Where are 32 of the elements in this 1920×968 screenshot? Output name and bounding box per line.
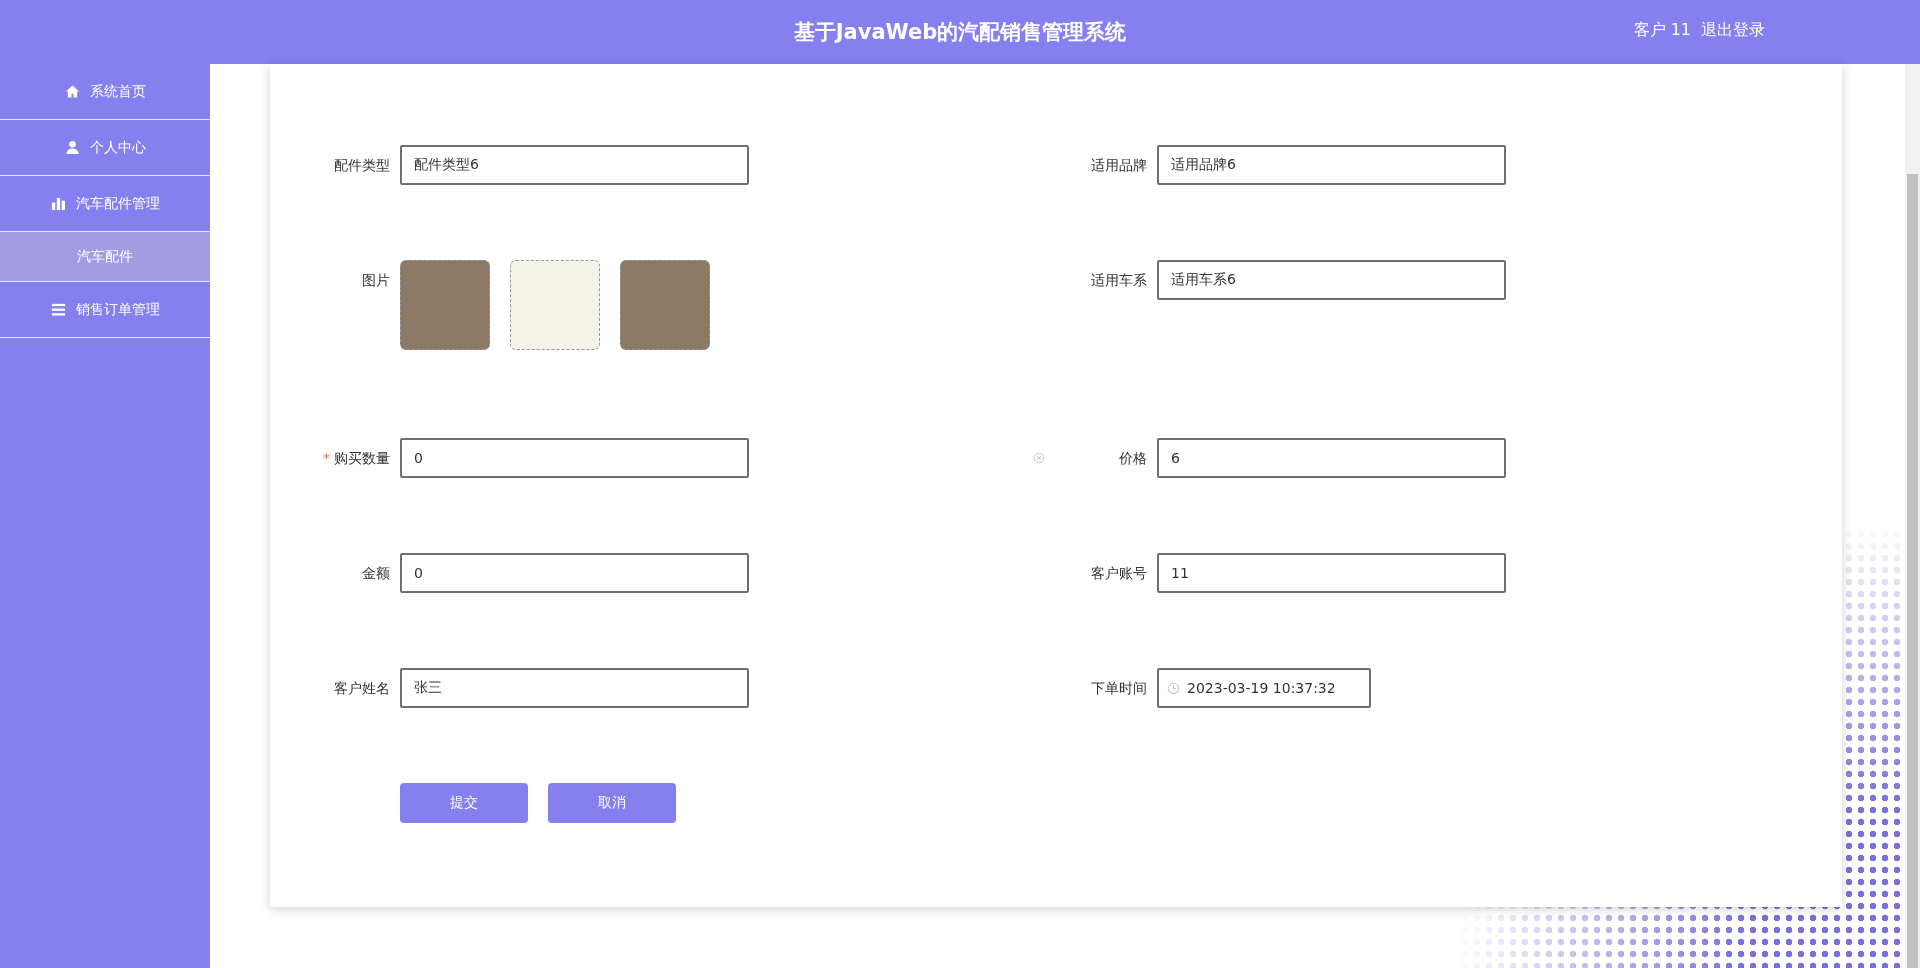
field-label: 客户账号 <box>1091 564 1147 583</box>
photo-placeholder[interactable] <box>400 260 490 350</box>
input-field[interactable]: 0 <box>400 438 749 478</box>
user-name: 客户 11 <box>1633 20 1691 41</box>
photo-placeholder[interactable] <box>510 260 600 350</box>
input-field[interactable]: 6 <box>1157 438 1506 478</box>
input-field[interactable]: 张三 <box>400 668 749 708</box>
field-label: 客户姓名 <box>334 679 390 698</box>
user-icon <box>64 140 80 155</box>
input-field[interactable]: 11 <box>1157 553 1506 593</box>
required-mark: * <box>323 449 330 468</box>
clear-icon[interactable] <box>1033 452 1045 464</box>
input-field[interactable]: 0 <box>400 553 749 593</box>
app-title: 基于JavaWeb的汽配销售管理系统 <box>793 19 1127 46</box>
input-field[interactable]: 适用品牌6 <box>1157 145 1506 185</box>
field-label: 金额 <box>362 564 390 583</box>
home-icon <box>64 84 80 99</box>
input-field[interactable]: 配件类型6 <box>400 145 749 185</box>
photo-placeholder[interactable] <box>620 260 710 350</box>
field-label: 图片 <box>362 271 390 290</box>
field-label: 配件类型 <box>334 156 390 175</box>
field-label: 价格 <box>1119 449 1147 468</box>
input-field[interactable]: 适用车系6 <box>1157 260 1506 300</box>
scrollbar[interactable] <box>1905 64 1920 968</box>
bar-chart-icon <box>50 196 66 211</box>
field-label: 购买数量 <box>334 449 390 468</box>
list-icon <box>50 302 66 317</box>
field-label: 适用车系 <box>1091 271 1147 290</box>
field-label: 下单时间 <box>1091 679 1147 698</box>
date-time-field[interactable]: 2023-03-19 10:37:32 <box>1157 668 1371 708</box>
clock-icon <box>1167 682 1180 695</box>
field-label: 适用品牌 <box>1091 156 1147 175</box>
